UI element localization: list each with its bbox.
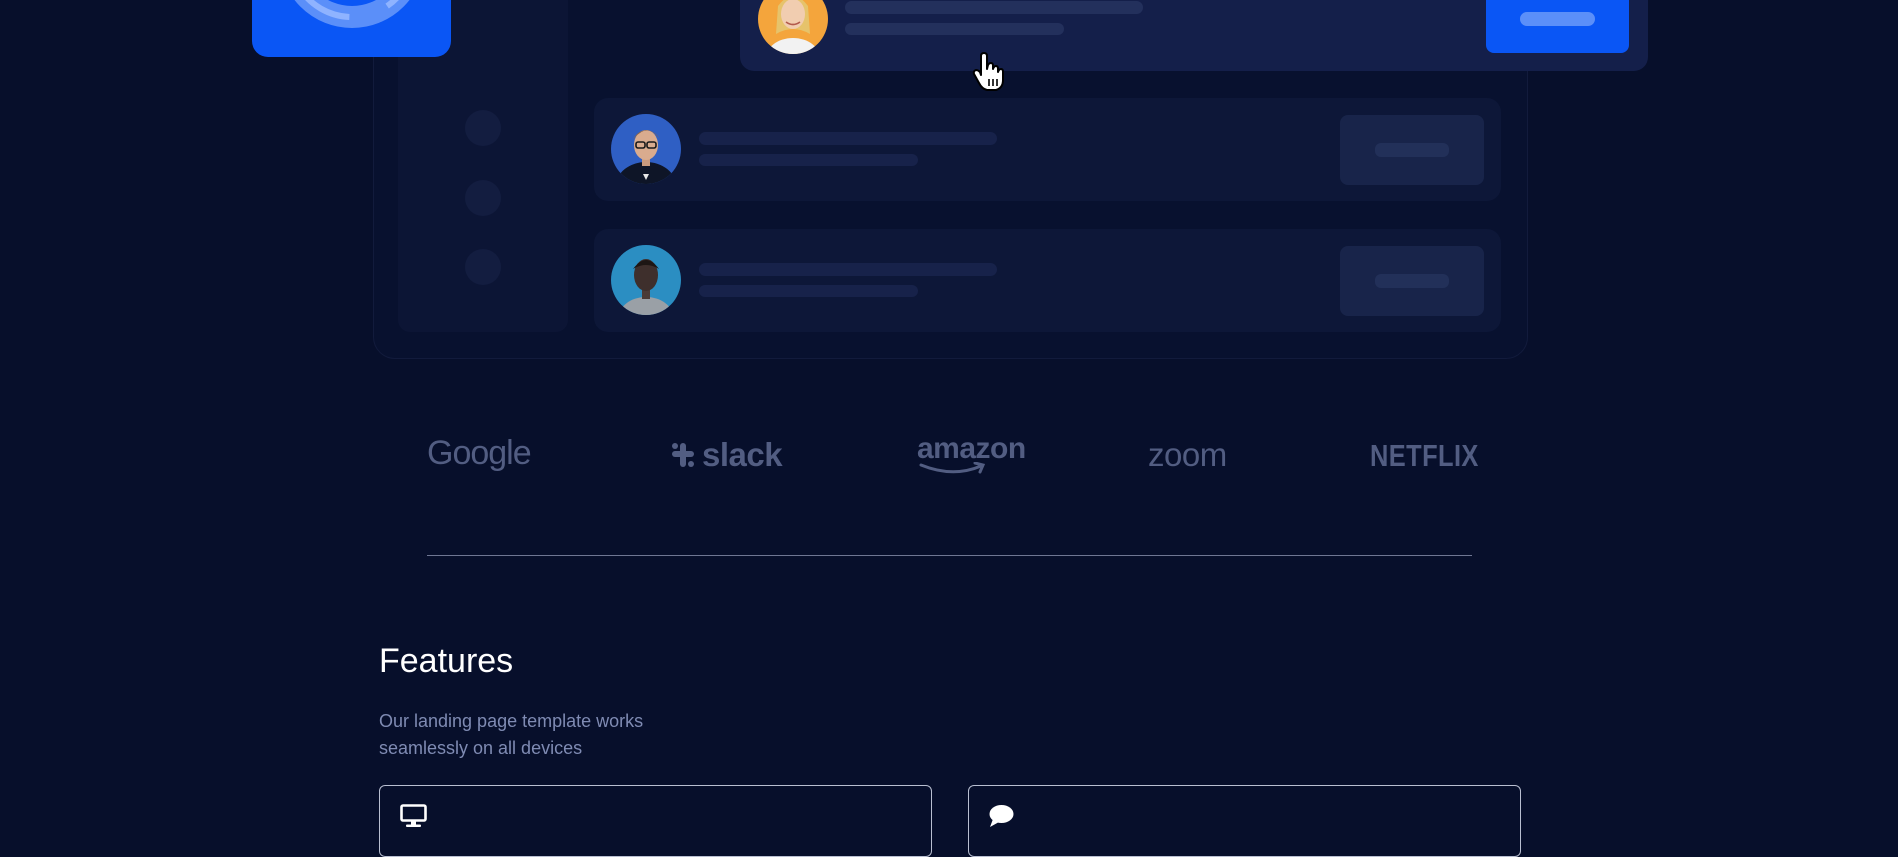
sidebar-dot [465,180,501,216]
slack-icon [672,443,694,467]
placeholder-line [845,23,1064,35]
monitor-icon [400,804,427,833]
feature-card[interactable] [379,785,932,857]
avatar [611,114,681,184]
netflix-logo: NETFLIX [1370,438,1479,473]
placeholder-button-primary [1486,0,1629,53]
features-heading: Features [379,642,514,680]
feature-card[interactable] [968,785,1521,857]
amazon-wordmark: amazon [917,432,1026,465]
features-subtitle-line: Our landing page template works [379,711,644,731]
chat-bubble-icon [988,804,1014,833]
features-subtitle-line: seamlessly on all devices [379,738,583,758]
zoom-logo: zoom [1148,436,1227,473]
placeholder-line [699,132,997,145]
placeholder-button-label [1375,274,1449,288]
features-subtitle: Our landing page template works seamless… [379,708,699,762]
sidebar-dot [465,110,501,146]
amazon-smile-icon [919,462,986,474]
app-logo-tile [252,0,451,57]
amazon-logo: amazon [917,432,1026,474]
placeholder-button-label [1520,12,1595,26]
placeholder-button-label [1375,143,1449,157]
hand-cursor-icon [972,52,1006,97]
section-divider [427,555,1472,556]
google-logo: Google [427,434,532,472]
avatar [611,245,681,315]
slack-wordmark: slack [702,436,783,473]
placeholder-line [699,154,918,166]
placeholder-line [845,1,1143,14]
sidebar-dot [465,249,501,285]
placeholder-line [699,263,997,276]
placeholder-line [699,285,918,297]
slack-logo: slack [668,436,783,474]
